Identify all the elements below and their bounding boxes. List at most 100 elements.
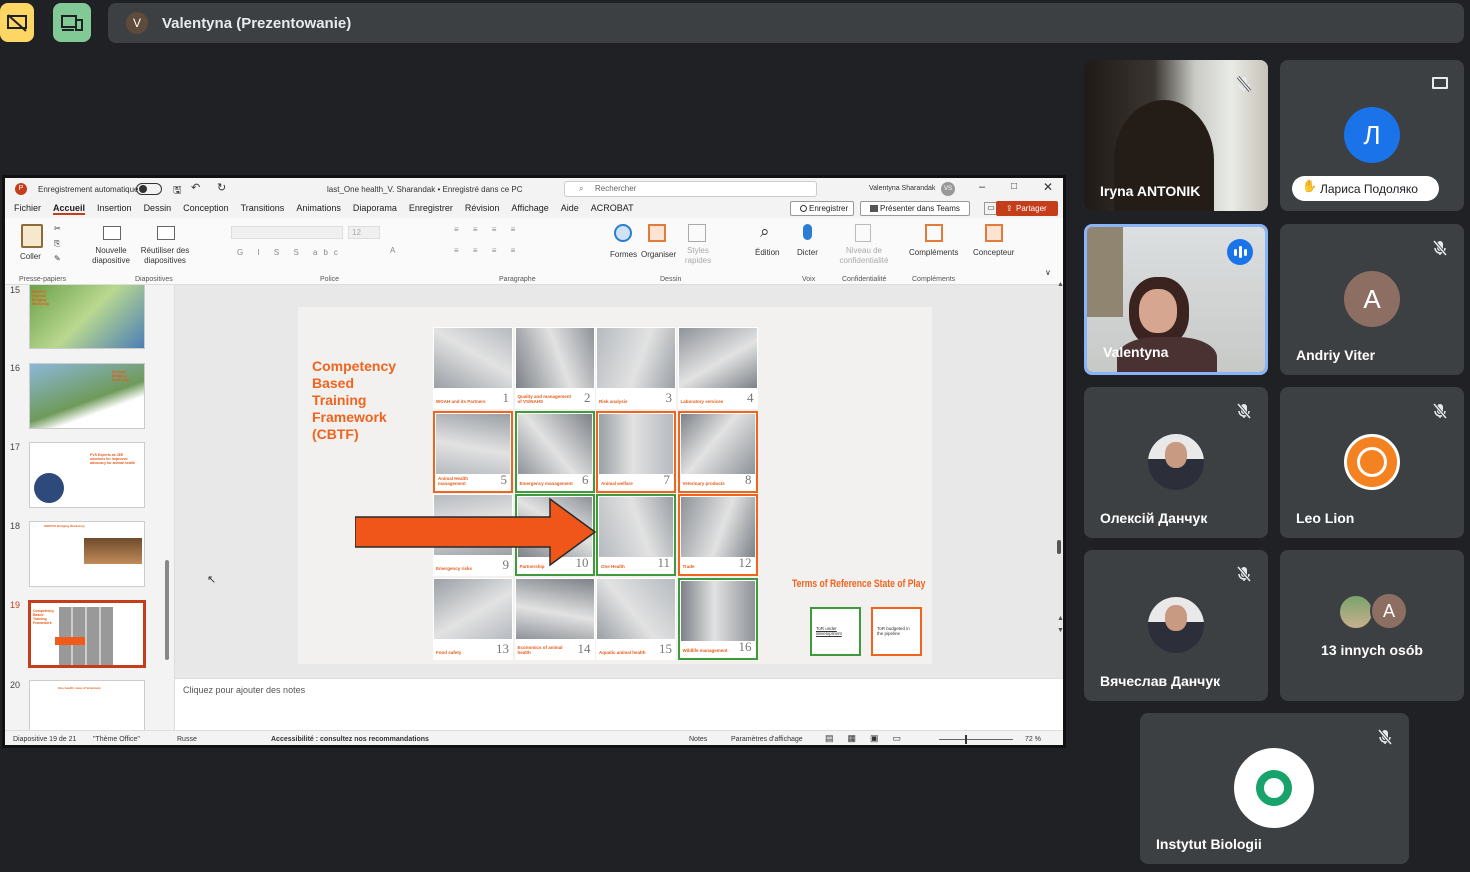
participant-tile[interactable]: A Andriy Viter: [1280, 224, 1464, 375]
mic-off-icon: [1234, 74, 1254, 94]
editor-scrollbar[interactable]: [1057, 540, 1061, 554]
title-line: Based: [312, 375, 355, 391]
status-display[interactable]: Paramètres d'affichage: [731, 736, 803, 743]
slide-thumbnail-active[interactable]: Competency Based Training Framework: [28, 600, 146, 668]
new-slide-label[interactable]: Nouvelle diapositive: [89, 246, 133, 266]
font-color-icon[interactable]: A: [390, 246, 395, 255]
ribbon-tab[interactable]: Fichier: [14, 203, 41, 215]
participant-name: Вячеслав Данчук: [1100, 673, 1221, 689]
align-icons[interactable]: ≡ ≡ ≡ ≡: [454, 246, 521, 255]
share-button[interactable]: ⇪ Partager: [996, 201, 1058, 216]
next-slide-icon[interactable]: ▼: [1057, 627, 1063, 634]
thumb-title: EBI/PVS National Bridging Workshop: [32, 290, 50, 306]
current-slide[interactable]: Competency Based Training Framework (CBT…: [298, 307, 932, 664]
autosave-toggle[interactable]: [136, 183, 162, 195]
ribbon-collapse-icon[interactable]: ∨: [1045, 268, 1051, 277]
avatar: A: [1370, 592, 1408, 630]
slide-thumbnail[interactable]: PVS Experts as JEE missions for improved…: [29, 442, 145, 508]
participant-tile[interactable]: Л ✋ Лариса Подоляко: [1280, 60, 1464, 211]
teams-button[interactable]: Présenter dans Teams: [860, 201, 970, 216]
maximize-icon[interactable]: □: [1011, 181, 1017, 192]
addins-label[interactable]: Compléments: [909, 248, 958, 257]
ribbon-tab[interactable]: ACROBAT: [591, 203, 634, 215]
participant-name: Valentyna: [1103, 344, 1169, 360]
participant-tile[interactable]: A 13 innych osób: [1280, 550, 1464, 701]
save-icon[interactable]: 🖫: [173, 183, 182, 200]
minimize-icon[interactable]: –: [979, 181, 985, 193]
ribbon-tab[interactable]: Animations: [296, 203, 341, 215]
module-photo: [678, 328, 757, 388]
ribbon-tab[interactable]: Aide: [561, 203, 579, 215]
record-button[interactable]: Enregistrer: [790, 201, 854, 216]
quick-styles-label[interactable]: Styles rapides: [681, 246, 715, 266]
ribbon-tab[interactable]: Diaporama: [353, 203, 397, 215]
search-box[interactable]: ⌕ Rechercher: [564, 181, 817, 197]
prev-slide-icon[interactable]: ▲: [1057, 615, 1063, 622]
ribbon-tab[interactable]: Affichage: [511, 203, 548, 215]
thumb-number: 17: [10, 442, 21, 452]
paste-icon[interactable]: [21, 224, 43, 248]
participant-tile[interactable]: Iryna ANTONIK: [1084, 60, 1268, 211]
layout-button[interactable]: [53, 3, 91, 42]
participant-tile[interactable]: Instytut Biologii: [1140, 713, 1409, 864]
ribbon-tab[interactable]: Transitions: [241, 203, 285, 215]
doc-title[interactable]: last_One health_V. Sharandak • Enregistr…: [327, 185, 523, 194]
redo-icon[interactable]: ↻: [217, 181, 226, 194]
slide-thumbnail[interactable]: One health; view of Veterinary: [29, 680, 145, 730]
font-size-box[interactable]: 12: [348, 226, 380, 239]
addins-icon[interactable]: [925, 224, 943, 242]
shapes-icon[interactable]: [614, 224, 632, 242]
status-accessibility[interactable]: Accessibilité : consultez nos recommanda…: [271, 736, 429, 743]
title-line: Training: [312, 392, 367, 408]
shapes-label[interactable]: Formes: [610, 250, 637, 259]
sensitivity-icon[interactable]: [855, 224, 871, 242]
scroll-up-icon[interactable]: ▲: [1057, 281, 1063, 288]
reuse-slides-label[interactable]: Réutiliser des diapositives: [139, 246, 191, 266]
ribbon-tab[interactable]: Enregistrer: [409, 203, 453, 215]
notes-pane[interactable]: Cliquez pour ajouter des notes: [175, 678, 1063, 730]
editing-icon[interactable]: ⌕: [760, 222, 770, 242]
view-buttons[interactable]: ▤▦▣▭: [825, 733, 915, 744]
new-slide-icon[interactable]: [103, 226, 121, 240]
designer-label[interactable]: Concepteur: [973, 248, 1014, 257]
status-notes[interactable]: Notes: [689, 736, 707, 743]
paragraph-icons[interactable]: ≡ ≡ ≡ ≡: [454, 225, 521, 234]
slide-thumbnail[interactable]: IHR/PVS Bridging Workshop: [29, 521, 145, 587]
quick-styles-icon[interactable]: [688, 224, 706, 242]
slide-thumbnail[interactable]: National Bridging Workshop: [29, 363, 145, 429]
ribbon-tab[interactable]: Insertion: [97, 203, 132, 215]
stop-presenting-button[interactable]: [0, 3, 34, 42]
user-avatar[interactable]: VS: [941, 182, 955, 196]
ribbon-tab[interactable]: Dessin: [144, 203, 172, 215]
format-painter-icon[interactable]: ✎: [54, 254, 61, 263]
module-number: 15: [659, 640, 672, 656]
designer-icon[interactable]: [985, 224, 1003, 242]
module-number: 5: [500, 471, 508, 487]
module-number: 13: [496, 640, 509, 656]
paste-label[interactable]: Coller: [20, 252, 41, 261]
editing-label[interactable]: Édition: [755, 248, 779, 257]
thumbs-scrollbar[interactable]: [165, 560, 169, 660]
font-style-icons[interactable]: G I S S abc: [237, 248, 344, 257]
copy-icon[interactable]: ⎘: [54, 239, 60, 249]
ribbon-tab[interactable]: Accueil: [53, 203, 86, 215]
sensitivity-label[interactable]: Niveau de confidentialité: [833, 246, 895, 266]
slide-thumbnail[interactable]: EBI/PVS National Bridging Workshop: [29, 285, 145, 349]
participant-tile[interactable]: Олексій Данчук: [1084, 387, 1268, 538]
status-zoom[interactable]: 72 %: [1025, 736, 1041, 743]
font-family-box[interactable]: [231, 226, 343, 239]
participant-tile[interactable]: Leo Lion: [1280, 387, 1464, 538]
ribbon-tab[interactable]: Conception: [183, 203, 229, 215]
dictate-icon[interactable]: [803, 224, 812, 240]
dictate-label[interactable]: Dicter: [797, 248, 818, 257]
arrange-icon[interactable]: [648, 224, 666, 242]
reuse-slides-icon[interactable]: [157, 226, 175, 240]
zoom-slider[interactable]: [939, 735, 1013, 744]
ribbon-tab[interactable]: Révision: [465, 203, 500, 215]
participant-tile[interactable]: Valentyna: [1084, 224, 1268, 375]
close-icon[interactable]: ✕: [1043, 180, 1053, 194]
participant-tile[interactable]: Вячеслав Данчук: [1084, 550, 1268, 701]
undo-icon[interactable]: ↶: [191, 181, 200, 194]
cut-icon[interactable]: ✂: [54, 224, 61, 233]
arrange-label[interactable]: Organiser: [641, 250, 676, 259]
